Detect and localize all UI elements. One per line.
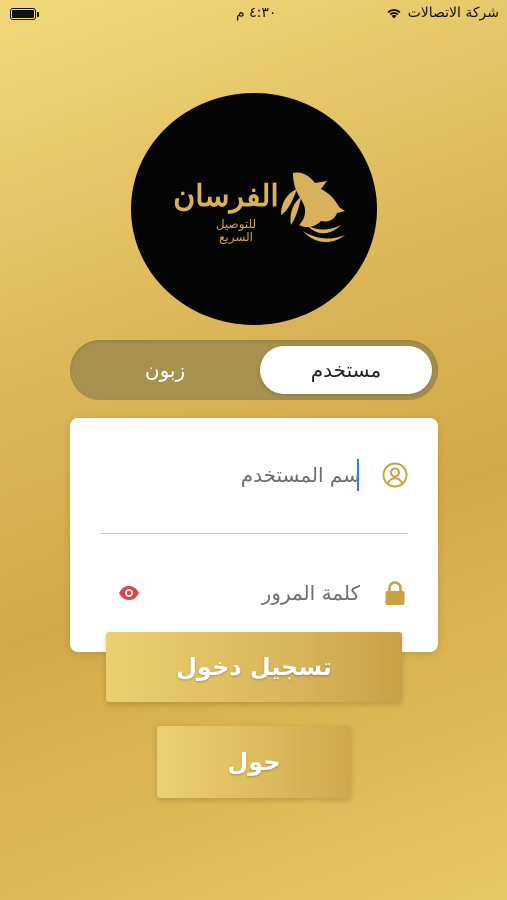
username-row xyxy=(100,450,408,500)
username-input[interactable] xyxy=(130,458,360,492)
lock-icon xyxy=(385,581,405,605)
eye-icon[interactable] xyxy=(118,583,140,603)
field-divider xyxy=(100,533,408,534)
login-card xyxy=(70,418,438,652)
wifi-icon xyxy=(387,9,401,19)
login-button[interactable]: تسجيل دخول xyxy=(106,632,402,702)
segment-customer[interactable]: زبون xyxy=(76,346,254,394)
logo-title: الفرسان xyxy=(173,179,279,214)
status-right-group: شركة الاتصالات xyxy=(386,5,499,21)
status-bar: ٤:٣٠ م شركة الاتصالات xyxy=(0,0,507,30)
user-circle-icon xyxy=(382,462,408,488)
battery-icon xyxy=(10,8,39,20)
carrier-name: شركة الاتصالات xyxy=(407,5,499,21)
segment-user[interactable]: مستخدم xyxy=(260,346,432,394)
password-row xyxy=(100,568,408,618)
logo-subtitle: للتوصيل السريع xyxy=(186,217,286,245)
text-caret xyxy=(357,459,359,491)
logo-subtitle-line2: السريع xyxy=(218,230,254,245)
status-time: ٤:٣٠ م xyxy=(236,5,277,21)
user-type-segment: زبون مستخدم xyxy=(70,340,438,400)
password-input[interactable] xyxy=(130,576,360,610)
app-logo: الفرسان للتوصيل السريع xyxy=(131,93,377,325)
about-button[interactable]: حول xyxy=(157,726,351,798)
